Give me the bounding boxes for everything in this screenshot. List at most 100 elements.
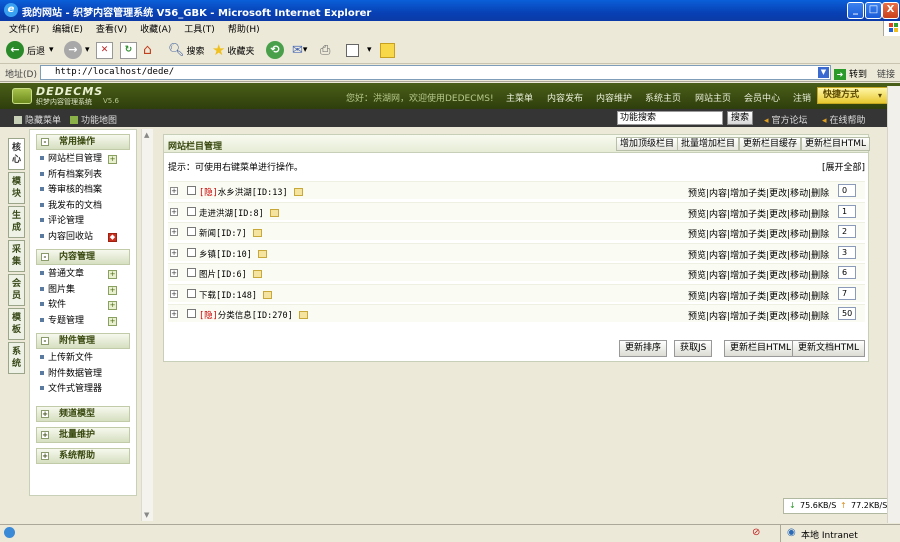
menu-attachment-data[interactable]: 附件数据管理 (30, 367, 136, 383)
forward-button[interactable]: → ▾ (64, 40, 90, 60)
edit-button[interactable]: ▾ (346, 40, 372, 60)
scroll-down-icon[interactable]: ▼ (144, 511, 149, 519)
mail-button[interactable]: ✉ ▾ (292, 40, 307, 60)
edit-note-icon[interactable] (269, 208, 279, 217)
menu-edit[interactable]: 编辑(E) (52, 22, 83, 35)
category-actions[interactable]: 预览|内容|增加子类|更改|移动|删除 (688, 248, 829, 261)
stop-button[interactable]: ✕ (96, 40, 113, 60)
address-input[interactable]: http://localhost/dede/ (40, 65, 831, 80)
category-row[interactable]: + [隐]分类信息[ID:270] 预览|内容|增加子类|更改|移动|删除 50 (168, 304, 865, 322)
menu-articles[interactable]: 普通文章 + (30, 267, 136, 283)
tab-system[interactable]: 系统 (8, 342, 25, 374)
tab-templates[interactable]: 模板 (8, 308, 25, 340)
function-search-input[interactable]: 功能搜索 (617, 111, 723, 125)
nav-content-maintain[interactable]: 内容维护 (596, 91, 632, 104)
category-name[interactable]: [隐]水乡洪湖[ID:13] (199, 186, 303, 198)
go-button[interactable]: ➜ 转到 (834, 67, 867, 80)
nav-content-publish[interactable]: 内容发布 (547, 91, 583, 104)
section-system-help[interactable]: + 系统帮助 (36, 447, 130, 464)
menu-file[interactable]: 文件(F) (9, 22, 39, 35)
expand-icon[interactable]: + (170, 228, 178, 236)
messenger-button[interactable] (380, 40, 395, 60)
search-toolbar-button[interactable]: 🔍︎ 搜索 (168, 40, 205, 60)
back-button[interactable]: ← 后退 ▾ (6, 40, 54, 60)
section-content-manage[interactable]: - 内容管理 (36, 249, 130, 265)
sort-order-input[interactable]: 7 (838, 286, 856, 300)
menu-image-sets[interactable]: 图片集 + (30, 283, 136, 299)
sort-order-input[interactable]: 2 (838, 225, 856, 238)
print-button[interactable]: ⎙ (320, 40, 330, 60)
row-checkbox[interactable] (187, 288, 196, 298)
edit-note-icon[interactable] (252, 270, 262, 278)
close-button[interactable]: X (882, 2, 899, 19)
edit-note-icon[interactable] (293, 188, 303, 196)
menu-view[interactable]: 查看(V) (96, 22, 127, 35)
help-link[interactable]: ◂ 在线帮助 (822, 113, 866, 126)
row-checkbox[interactable] (187, 186, 196, 195)
row-checkbox[interactable] (187, 206, 196, 216)
category-row[interactable]: + 走进洪湖[ID:8] 预览|内容|增加子类|更改|移动|删除 1 (168, 201, 865, 220)
quick-menu-button[interactable]: 快捷方式 ▾ (817, 87, 891, 104)
menu-comments[interactable]: 评论管理 (30, 214, 136, 230)
category-name[interactable]: 新闻[ID:7] (199, 227, 262, 239)
home-button[interactable]: ⌂ (143, 40, 161, 60)
category-row[interactable]: + 图片[ID:6] 预览|内容|增加子类|更改|移动|删除 6 (168, 263, 865, 281)
page-scrollbar[interactable] (887, 86, 900, 523)
links-label[interactable]: 链接 (877, 67, 895, 80)
nav-site-home[interactable]: 网站主页 (695, 91, 731, 104)
menu-tools[interactable]: 工具(T) (184, 22, 215, 35)
tab-modules[interactable]: 模块 (8, 172, 25, 204)
category-row[interactable]: + [隐]水乡洪湖[ID:13] 预览|内容|增加子类|更改|移动|删除 0 (168, 181, 865, 199)
address-dropdown-icon[interactable]: ▼ (818, 67, 829, 78)
maximize-button[interactable]: □ (865, 2, 882, 19)
nav-member-center[interactable]: 会员中心 (744, 91, 780, 104)
refresh-button[interactable]: ↻ (120, 40, 137, 60)
menu-favorites[interactable]: 收藏(A) (140, 22, 171, 35)
add-icon[interactable]: + (108, 285, 117, 295)
expand-icon[interactable]: + (170, 269, 178, 277)
menu-all-archives[interactable]: 所有档案列表 (30, 168, 136, 184)
expand-all-link[interactable]: [展开全部] (822, 160, 865, 173)
category-actions[interactable]: 预览|内容|增加子类|更改|移动|删除 (688, 227, 829, 240)
sort-order-input[interactable]: 50 (838, 307, 856, 320)
menu-category-manage[interactable]: 网站栏目管理 + (30, 152, 136, 168)
menu-help[interactable]: 帮助(H) (228, 22, 260, 35)
add-icon[interactable]: + (108, 316, 117, 326)
section-batch-maintain[interactable]: + 批量维护 (36, 426, 130, 443)
nav-logout[interactable]: 注销 (793, 91, 811, 104)
update-category-html-button[interactable]: 更新栏目HTML (801, 137, 871, 151)
category-name[interactable]: 乡镇[ID:10] (199, 248, 267, 260)
expand-icon[interactable]: + (170, 207, 178, 216)
section-common-ops[interactable]: - 常用操作 (36, 134, 130, 150)
edit-note-icon[interactable] (257, 249, 267, 258)
nav-system-home[interactable]: 系统主页 (645, 91, 681, 104)
section-channel-models[interactable]: + 频道模型 (36, 405, 130, 422)
function-search-button[interactable]: 搜索 (727, 111, 753, 125)
left-menu-scrollbar[interactable]: ▲ ▼ (141, 129, 153, 521)
expand-icon[interactable]: + (170, 310, 178, 318)
scroll-up-icon[interactable]: ▲ (144, 131, 149, 139)
row-checkbox[interactable] (187, 268, 196, 277)
menu-file-manager[interactable]: 文件式管理器 (30, 382, 136, 398)
category-name[interactable]: 下载[ID:148] (199, 289, 272, 301)
add-top-category-button[interactable]: 增加顶级栏目 (616, 137, 679, 151)
edit-note-icon[interactable] (262, 290, 272, 299)
menu-software[interactable]: 软件 + (30, 298, 136, 314)
category-actions[interactable]: 预览|内容|增加子类|更改|移动|删除 (688, 268, 829, 281)
tab-members[interactable]: 会员 (8, 274, 25, 306)
sort-order-input[interactable]: 3 (838, 245, 856, 259)
category-actions[interactable]: 预览|内容|增加子类|更改|移动|删除 (688, 289, 829, 302)
add-icon[interactable]: + (108, 270, 117, 279)
tab-generate[interactable]: 生成 (8, 206, 25, 238)
menu-pending-archives[interactable]: 等审核的档案 (30, 183, 136, 199)
sort-order-input[interactable]: 0 (838, 184, 856, 197)
category-name[interactable]: 走进洪湖[ID:8] (199, 207, 279, 219)
hide-menu-button[interactable]: 隐藏菜单 (14, 113, 61, 126)
edit-note-icon[interactable] (298, 311, 308, 319)
expand-icon[interactable]: + (170, 248, 178, 257)
edit-note-icon[interactable] (252, 229, 262, 237)
category-name[interactable]: [隐]分类信息[ID:270] (199, 309, 308, 321)
nav-main-menu[interactable]: 主菜单 (506, 91, 533, 104)
update-order-button[interactable]: 更新排序 (619, 340, 668, 357)
menu-recycle-bin[interactable]: 内容回收站 ◆ (30, 230, 136, 246)
